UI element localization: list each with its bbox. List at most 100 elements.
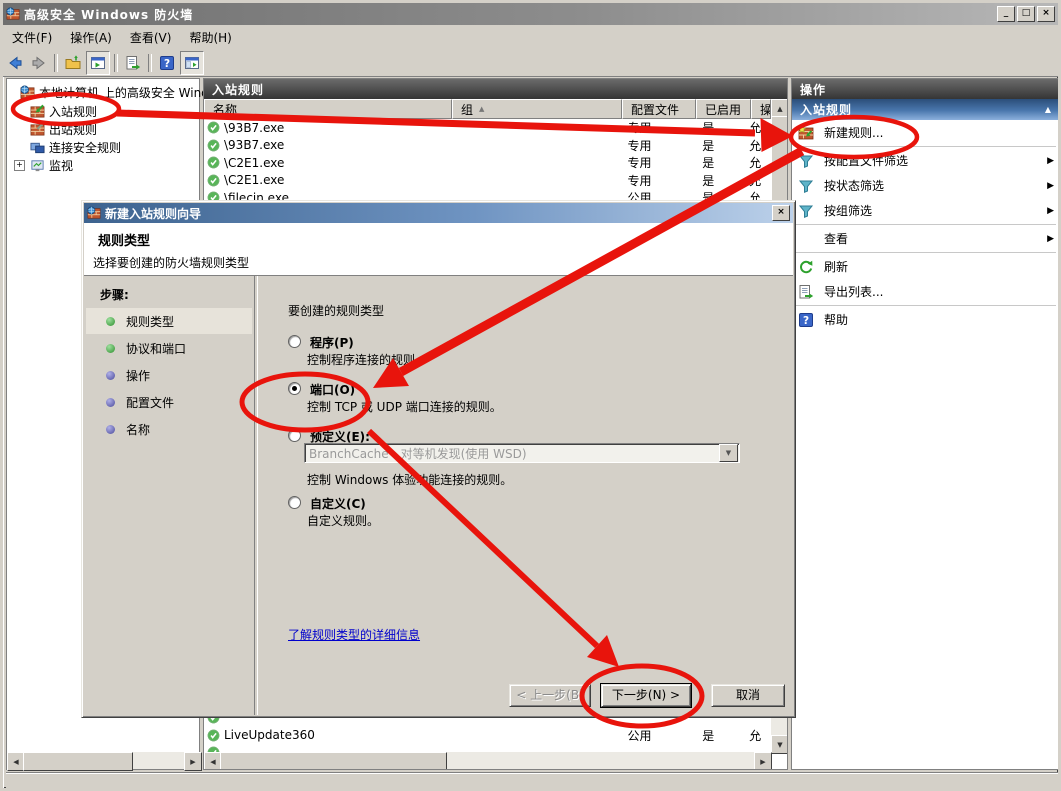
learn-more-link[interactable]: 了解规则类型的详细信息 xyxy=(288,626,420,643)
column-header-配置文件[interactable]: 配置文件 xyxy=(622,99,696,119)
dialog-header: 规则类型 选择要创建的防火墙规则类型 xyxy=(84,223,793,276)
table-row[interactable]: LiveUpdate360公用是允 xyxy=(204,727,769,745)
dropdown-arrow-icon[interactable]: ▼ xyxy=(719,444,738,462)
action-export-list[interactable]: 导出列表... xyxy=(792,279,1060,304)
radio-port-description: 控制 TCP 或 UDP 端口连接的规则。 xyxy=(307,398,502,415)
sort-ascending-icon: ▲ xyxy=(479,105,484,113)
new-rule-icon xyxy=(798,125,814,141)
dialog-subheading: 选择要创建的防火墙规则类型 xyxy=(93,254,249,271)
export-list-button[interactable] xyxy=(122,52,144,74)
column-header-组[interactable]: 组▲ xyxy=(452,99,622,119)
new-inbound-rule-wizard: 新建入站规则向导 × 规则类型 选择要创建的防火墙规则类型 步骤: 规则类型协议… xyxy=(81,200,796,718)
collapse-arrow-icon[interactable]: ▲ xyxy=(1045,105,1052,114)
help-button[interactable] xyxy=(156,52,178,74)
filter-icon xyxy=(798,203,814,219)
list-header: 名称组▲配置文件已启用操 xyxy=(204,99,787,119)
wizard-steps: 步骤: 规则类型协议和端口操作配置文件名称 xyxy=(84,276,254,715)
up-folder-button[interactable] xyxy=(62,52,84,74)
tree-scroll-right-button[interactable]: ▶ xyxy=(184,752,202,771)
menu-view[interactable]: 查看(V) xyxy=(121,26,181,49)
toolbar-separator xyxy=(114,54,118,72)
tree-item-connection-security[interactable]: 连接安全规则 xyxy=(30,139,222,156)
tree-horizontal-scrollbar-thumb[interactable] xyxy=(23,752,133,771)
tree-item-inbound-rules[interactable]: 入站规则 xyxy=(30,103,222,120)
rules-list-title: 入站规则 xyxy=(204,79,787,99)
actions-separator xyxy=(796,305,1056,306)
export-list-icon xyxy=(125,55,141,71)
dialog-close-button[interactable]: × xyxy=(772,205,790,221)
table-row[interactable]: \C2E1.exe专用是允 xyxy=(204,172,769,190)
allow-check-icon xyxy=(207,121,220,134)
wizard-step-5: 名称 xyxy=(86,416,252,442)
back-button[interactable] xyxy=(4,52,26,74)
toolbar-separator xyxy=(54,54,58,72)
inbound-rules-icon xyxy=(30,104,45,119)
tree-item-monitoring[interactable]: 监视 xyxy=(30,157,222,174)
tree-root-firewall[interactable]: 本地计算机 上的高级安全 Wind xyxy=(20,84,212,101)
app-window: 高级安全 Windows 防火墙 _ □ × 文件(F)操作(A)查看(V)帮助… xyxy=(0,0,1061,791)
scroll-right-button[interactable]: ▶ xyxy=(754,752,772,770)
menu-action[interactable]: 操作(A) xyxy=(61,26,121,49)
console-tree-button[interactable] xyxy=(180,51,204,75)
back-icon xyxy=(7,55,23,71)
dialog-buttons: < 上一步(B) 下一步(N) > 取消 xyxy=(84,684,793,707)
table-row[interactable]: \93B7.exe专用是允 xyxy=(204,137,769,155)
predefined-combobox[interactable]: BranchCache - 对等机发现(使用 WSD)▼ xyxy=(304,443,740,463)
title-bar: 高级安全 Windows 防火墙 _ □ × xyxy=(3,3,1058,25)
menu-help[interactable]: 帮助(H) xyxy=(180,26,240,49)
radio-port[interactable] xyxy=(288,382,301,395)
close-button[interactable]: × xyxy=(1037,6,1055,22)
column-header-已启用[interactable]: 已启用 xyxy=(696,99,751,119)
minimize-button[interactable]: _ xyxy=(997,6,1015,22)
step-bullet-icon xyxy=(106,425,115,434)
tree-item-outbound-rules[interactable]: 出站规则 xyxy=(30,121,222,138)
action-new-rule[interactable]: 新建规则... xyxy=(792,120,1060,145)
step-bullet-icon xyxy=(106,317,115,326)
radio-program[interactable] xyxy=(288,335,301,348)
monitoring-icon xyxy=(30,158,45,173)
column-header-操[interactable]: 操 xyxy=(751,99,771,119)
action-filter-group[interactable]: 按组筛选▶ xyxy=(792,198,1060,223)
actions-separator xyxy=(796,252,1056,253)
action-help[interactable]: 帮助 xyxy=(792,307,1060,332)
allow-check-icon xyxy=(207,156,220,169)
menu-file[interactable]: 文件(F) xyxy=(3,26,61,49)
dialog-heading: 规则类型 xyxy=(98,230,150,249)
radio-custom-description: 自定义规则。 xyxy=(307,512,379,529)
status-bar xyxy=(6,772,1061,791)
dialog-title: 新建入站规则向导 xyxy=(105,205,770,222)
radio-custom[interactable] xyxy=(288,496,301,509)
wizard-step-1: 规则类型 xyxy=(86,308,252,334)
filter-icon xyxy=(798,153,814,169)
table-row[interactable]: \C2E1.exe专用是允 xyxy=(204,154,769,172)
dialog-title-bar: 新建入站规则向导 × xyxy=(84,203,793,223)
step-bullet-icon xyxy=(106,371,115,380)
console-window-button[interactable] xyxy=(86,51,110,75)
steps-divider xyxy=(254,276,258,715)
maximize-button[interactable]: □ xyxy=(1017,6,1035,22)
predefined-combobox-value: BranchCache - 对等机发现(使用 WSD) xyxy=(305,445,719,462)
cancel-button[interactable]: 取消 xyxy=(711,684,785,707)
horizontal-scrollbar-thumb[interactable] xyxy=(220,752,447,770)
scroll-down-button[interactable]: ▼ xyxy=(771,735,788,754)
window-title: 高级安全 Windows 防火墙 xyxy=(24,6,995,23)
action-filter-state[interactable]: 按状态筛选▶ xyxy=(792,173,1060,198)
forward-button[interactable] xyxy=(28,52,50,74)
dialog-body: 步骤: 规则类型协议和端口操作配置文件名称 要创建的规则类型 程序(P)控制程序… xyxy=(84,276,793,715)
steps-label: 步骤: xyxy=(100,286,129,303)
firewall-app-icon xyxy=(6,7,20,21)
action-filter-profile[interactable]: 按配置文件筛选▶ xyxy=(792,148,1060,173)
tree-expander-icon[interactable]: + xyxy=(14,160,25,171)
column-header-名称[interactable]: 名称 xyxy=(204,99,452,119)
action-view[interactable]: 查看▶ xyxy=(792,226,1060,251)
allow-check-icon xyxy=(207,729,220,742)
table-row[interactable]: \93B7.exe专用是允 xyxy=(204,119,769,137)
next-button[interactable]: 下一步(N) > xyxy=(601,684,691,707)
radio-predefined[interactable] xyxy=(288,429,301,442)
submenu-arrow-icon: ▶ xyxy=(1047,156,1054,166)
back-button[interactable]: < 上一步(B) xyxy=(509,684,591,707)
actions-group-header[interactable]: 入站规则 ▲ xyxy=(792,99,1060,120)
radio-custom-label: 自定义(C) xyxy=(310,495,366,512)
console-tree-icon xyxy=(184,55,200,71)
action-refresh[interactable]: 刷新 xyxy=(792,254,1060,279)
